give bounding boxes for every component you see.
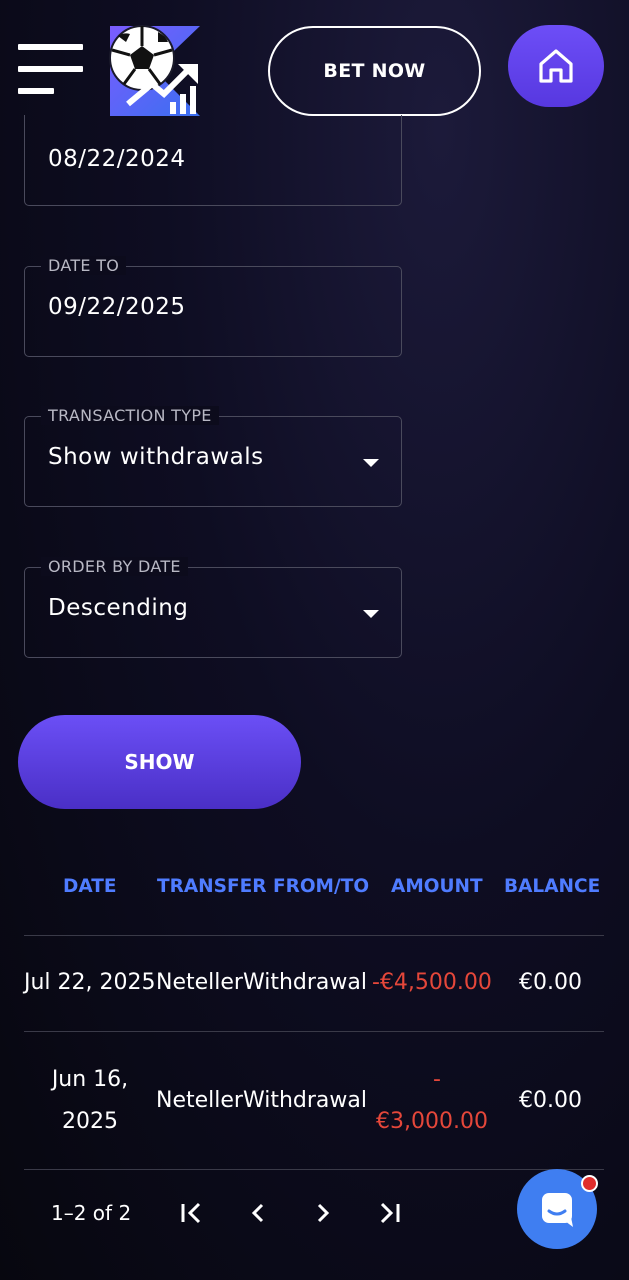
row-date: Jul 22, 2025 xyxy=(24,970,156,995)
column-header-balance[interactable]: BALANCE xyxy=(504,876,600,897)
row-transfer: NetellerWithdrawal xyxy=(156,1088,367,1113)
dropdown-arrow-icon xyxy=(363,610,379,618)
order-by-date-value: Descending xyxy=(48,595,189,621)
date-from-field[interactable]: 08/22/2024 xyxy=(24,115,402,206)
column-header-amount[interactable]: AMOUNT xyxy=(391,876,483,897)
row-balance: €0.00 xyxy=(519,970,582,995)
table-divider xyxy=(24,935,604,936)
transaction-type-label: TRANSACTION TYPE xyxy=(41,406,219,425)
home-button[interactable] xyxy=(508,25,604,107)
bet-now-button[interactable]: BET NOW xyxy=(268,26,481,116)
row-amount-value: €3,000.00 xyxy=(376,1109,488,1134)
dropdown-arrow-icon xyxy=(363,459,379,467)
first-page-button[interactable] xyxy=(175,1196,209,1230)
chevron-left-icon xyxy=(251,1203,264,1223)
table-divider xyxy=(24,1169,604,1170)
home-icon xyxy=(539,49,573,83)
date-to-label: DATE TO xyxy=(41,256,127,275)
transaction-type-select[interactable]: TRANSACTION TYPE Show withdrawals xyxy=(24,406,402,507)
date-to-value: 09/22/2025 xyxy=(48,294,186,320)
row-amount-sign: - xyxy=(433,1067,441,1092)
pagination-range: 1–2 of 2 xyxy=(51,1201,132,1225)
row-balance: €0.00 xyxy=(519,1088,582,1113)
table-divider xyxy=(24,1031,604,1032)
row-date-line1: Jun 16, xyxy=(51,1067,129,1092)
next-page-button[interactable] xyxy=(306,1196,340,1230)
previous-page-button[interactable] xyxy=(241,1196,275,1230)
order-by-date-label: ORDER BY DATE xyxy=(41,557,188,576)
chevron-right-icon xyxy=(317,1203,330,1223)
order-by-date-select[interactable]: ORDER BY DATE Descending xyxy=(24,557,402,658)
chat-icon xyxy=(542,1193,573,1227)
row-transfer: NetellerWithdrawal xyxy=(156,970,367,995)
column-header-date[interactable]: DATE xyxy=(63,876,117,897)
date-from-value: 08/22/2024 xyxy=(48,146,186,172)
date-to-field[interactable]: DATE TO 09/22/2025 xyxy=(24,256,402,357)
row-date-line2: 2025 xyxy=(62,1109,118,1134)
first-page-icon xyxy=(181,1202,201,1224)
notification-badge xyxy=(581,1175,598,1192)
show-button[interactable]: SHOW xyxy=(18,715,301,809)
column-header-transfer[interactable]: TRANSFER FROM/TO xyxy=(157,876,369,897)
menu-icon[interactable] xyxy=(18,44,83,98)
last-page-icon xyxy=(380,1202,400,1224)
logo[interactable] xyxy=(108,24,204,116)
last-page-button[interactable] xyxy=(372,1196,406,1230)
app-header: BET NOW xyxy=(0,0,629,130)
transaction-type-value: Show withdrawals xyxy=(48,444,264,470)
row-amount: -€4,500.00 xyxy=(372,970,492,995)
